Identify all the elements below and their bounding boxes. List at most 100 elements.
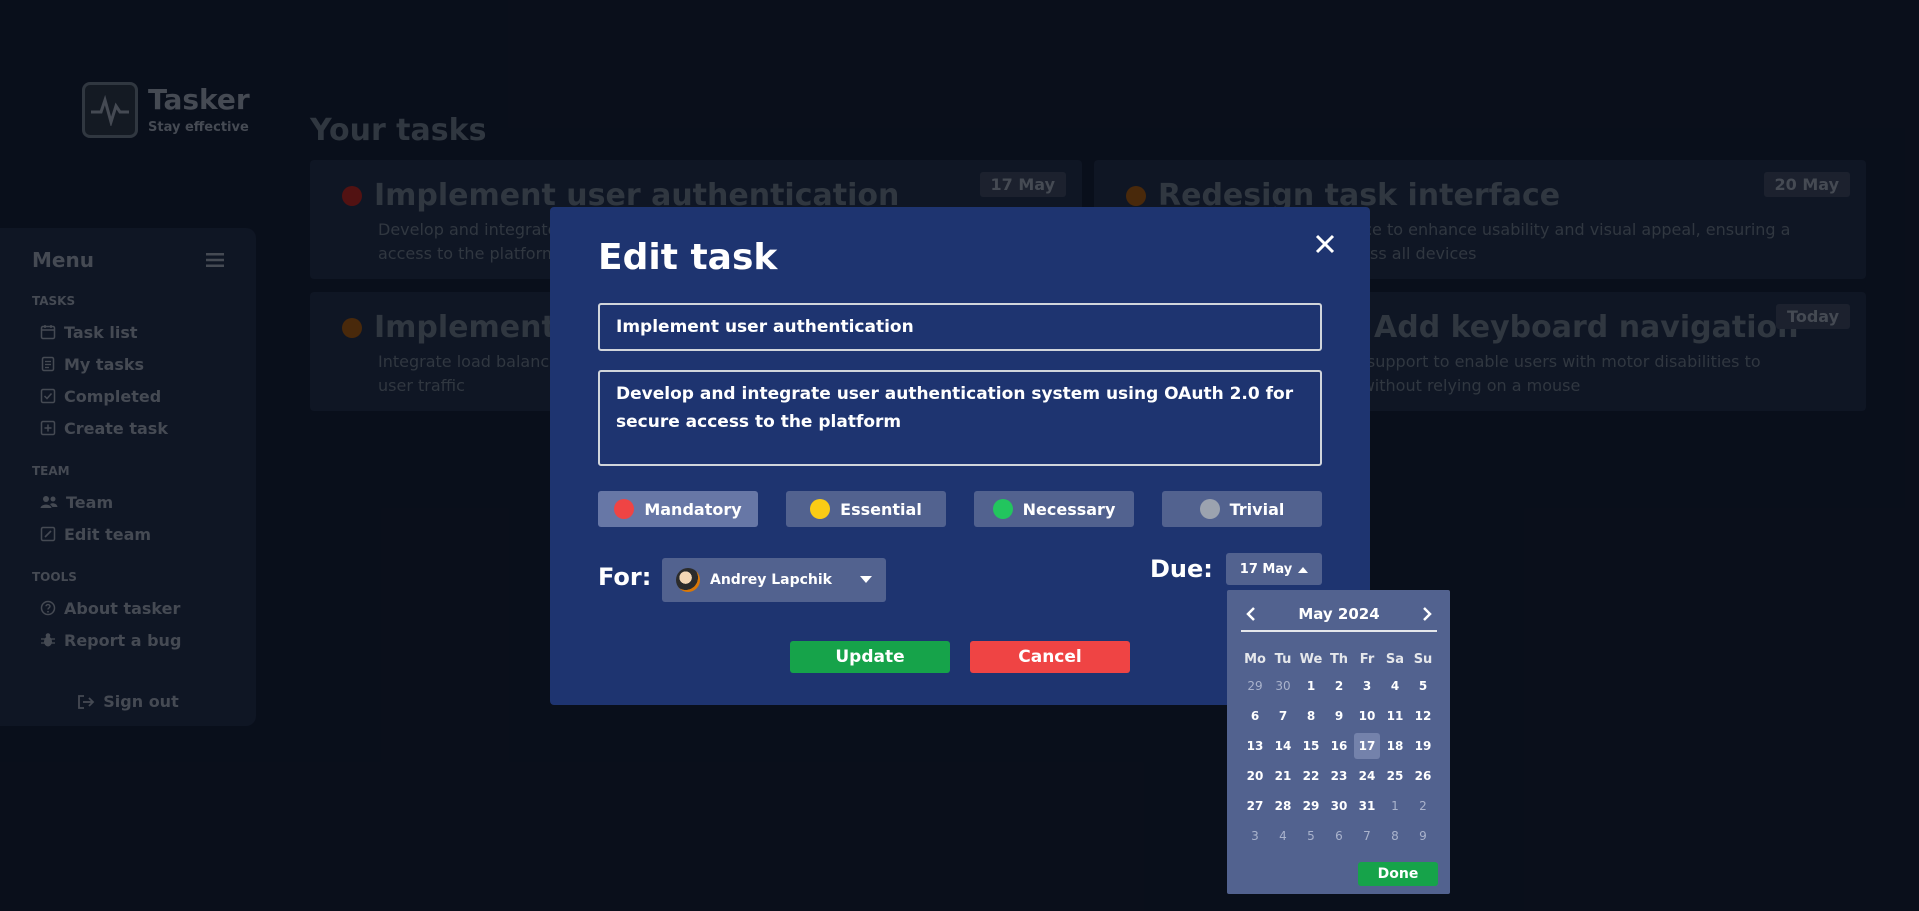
assignee-select[interactable]: Andrey Lapchik [662,558,886,602]
calendar-day[interactable]: 30 [1325,791,1353,821]
calendar-day[interactable]: 22 [1297,761,1325,791]
calendar-day-number: 30 [1330,799,1348,813]
priority-label: Essential [840,499,922,519]
calendar-day-number: 29 [1302,799,1320,813]
calendar-day[interactable]: 3 [1353,671,1381,701]
avatar [676,568,700,592]
calendar-day[interactable]: 20 [1241,761,1269,791]
calendar-day[interactable]: 10 [1353,701,1381,731]
yellow-dot-icon [810,499,831,519]
assignee-name: Andrey Lapchik [710,572,832,588]
calendar-day[interactable]: 31 [1353,791,1381,821]
calendar-day[interactable]: 1 [1381,791,1409,821]
calendar-day[interactable]: 13 [1241,731,1269,761]
task-title-input[interactable] [598,303,1322,351]
calendar-day-number: 9 [1334,709,1344,723]
weekday-label: Mo [1244,652,1266,667]
calendar-day[interactable]: 2 [1409,791,1437,821]
calendar-day-number: 1 [1306,679,1316,693]
calendar-day-number: 12 [1414,709,1432,723]
calendar-day-number: 8 [1391,829,1399,843]
date-picker: May 2024 Mo Tu We Th Fr Sa Su 29 30 1 2 3 4 5 6 7 8 9 10 1… [1227,590,1450,894]
priority-essential-button[interactable]: Essential [786,491,946,527]
calendar-day[interactable]: 29 [1241,671,1269,701]
cancel-button[interactable]: Cancel [970,641,1130,673]
calendar-day[interactable]: 29 [1297,791,1325,821]
priority-trivial-button[interactable]: Trivial [1162,491,1322,527]
calendar-day[interactable]: 9 [1409,821,1437,851]
calendar-day[interactable]: 21 [1269,761,1297,791]
priority-mandatory-button[interactable]: Mandatory [598,491,758,527]
calendar-day[interactable]: 28 [1269,791,1297,821]
calendar-day[interactable]: 8 [1381,821,1409,851]
update-button[interactable]: Update [790,641,950,673]
task-description-input[interactable]: Develop and integrate user authenticatio… [598,370,1322,466]
calendar-day[interactable]: 6 [1241,701,1269,731]
priority-label: Trivial [1229,499,1285,519]
calendar-day[interactable]: 5 [1409,671,1437,701]
calendar-day-number: 19 [1414,739,1432,753]
calendar-day-number: 27 [1246,799,1264,813]
calendar-day[interactable]: 24 [1353,761,1381,791]
calendar-day-number: 4 [1279,829,1287,843]
calendar-day[interactable]: 30 [1269,671,1297,701]
calendar-day[interactable]: 8 [1297,701,1325,731]
calendar-day[interactable]: 16 [1325,731,1353,761]
calendar-day-number: 24 [1358,769,1376,783]
calendar-day[interactable]: 4 [1269,821,1297,851]
assignee-label: For: [598,563,652,591]
calendar-day-number: 3 [1362,679,1372,693]
calendar-day[interactable]: 18 [1381,731,1409,761]
calendar-day[interactable]: 12 [1409,701,1437,731]
weekday-label: We [1299,652,1323,667]
calendar-day[interactable]: 7 [1269,701,1297,731]
calendar-day[interactable]: 11 [1381,701,1409,731]
calendar-day[interactable]: 6 [1325,821,1353,851]
calendar-day[interactable]: 15 [1297,731,1325,761]
calendar-day-number: 26 [1414,769,1432,783]
gray-dot-icon [1199,499,1220,519]
calendar-day-number: 6 [1250,709,1260,723]
calendar-day-number: 7 [1363,829,1371,843]
calendar-day[interactable]: 3 [1241,821,1269,851]
calendar-day-number: 8 [1306,709,1316,723]
calendar-day-number: 18 [1386,739,1404,753]
calendar-day-number: 3 [1251,829,1259,843]
calendar-day-number: 2 [1419,799,1427,813]
calendar-day-number: 31 [1358,799,1376,813]
picker-month: May 2024 [1298,605,1380,623]
calendar-day-number: 29 [1247,679,1263,693]
prev-month-icon[interactable] [1241,604,1261,624]
modal-title: Edit task [598,237,778,278]
priority-necessary-button[interactable]: Necessary [974,491,1134,527]
calendar-day[interactable]: 14 [1269,731,1297,761]
due-date-value: 17 May [1239,561,1293,577]
calendar-day-number: 28 [1274,799,1292,813]
calendar-day-number: 5 [1307,829,1315,843]
close-icon[interactable] [1312,231,1338,257]
next-month-icon[interactable] [1417,604,1437,624]
priority-label: Mandatory [644,499,742,519]
calendar-day[interactable]: 9 [1325,701,1353,731]
calendar-day[interactable]: 27 [1241,791,1269,821]
calendar-day[interactable]: 1 [1297,671,1325,701]
calendar-day[interactable]: 23 [1325,761,1353,791]
weekday-label: Fr [1359,652,1375,667]
done-button[interactable]: Done [1358,862,1438,886]
calendar-day-selected[interactable]: 17 [1353,731,1381,761]
calendar-day[interactable]: 25 [1381,761,1409,791]
calendar-day[interactable]: 19 [1409,731,1437,761]
due-label: Due: [1150,555,1213,583]
calendar-day-number: 21 [1274,769,1292,783]
due-date-button[interactable]: 17 May [1226,553,1322,585]
calendar-day[interactable]: 5 [1297,821,1325,851]
calendar-day[interactable]: 2 [1325,671,1353,701]
calendar-day-number: 4 [1390,679,1400,693]
calendar-day[interactable]: 4 [1381,671,1409,701]
calendar-day[interactable]: 26 [1409,761,1437,791]
calendar-day-number: 11 [1386,709,1404,723]
calendar-day[interactable]: 7 [1353,821,1381,851]
calendar-day-number: 5 [1418,679,1428,693]
calendar-day-number: 9 [1419,829,1427,843]
red-dot-icon [614,499,635,519]
